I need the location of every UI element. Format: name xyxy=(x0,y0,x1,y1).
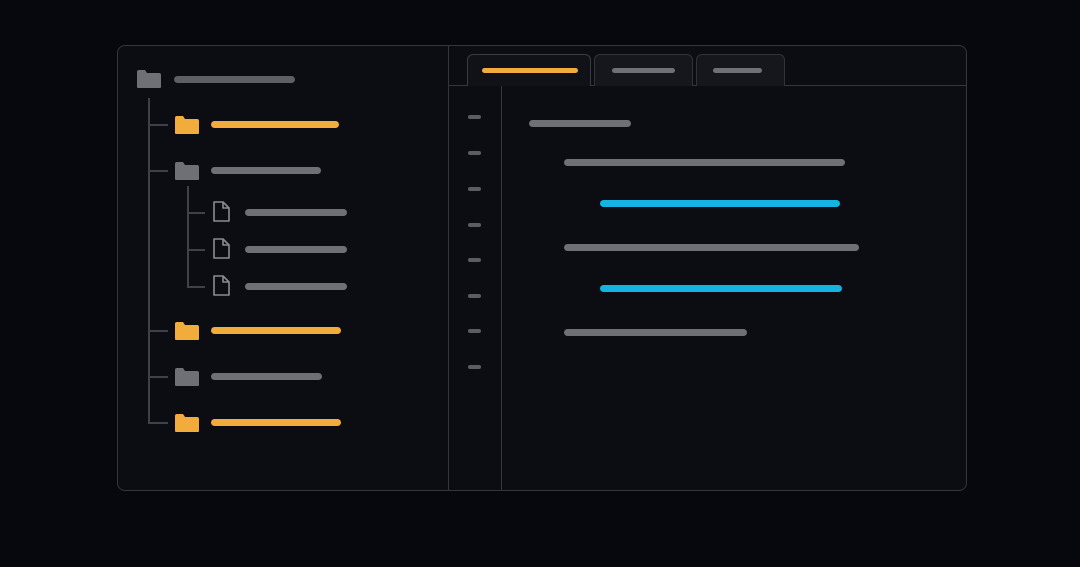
tree-folder-item-expanded[interactable] xyxy=(174,160,344,182)
tree-guide-line xyxy=(148,98,150,422)
app-window xyxy=(117,45,967,491)
tree-root-folder[interactable] xyxy=(136,68,306,90)
tree-guide-branch xyxy=(148,124,168,126)
tree-guide-branch xyxy=(148,330,168,332)
tree-file-item[interactable] xyxy=(212,238,352,260)
file-icon xyxy=(213,201,230,222)
tree-file-label xyxy=(245,283,347,290)
tab-inactive[interactable] xyxy=(696,54,785,86)
tab-label xyxy=(482,68,578,73)
line-number xyxy=(468,151,481,155)
tree-guide-branch xyxy=(187,212,205,214)
code-line-highlight xyxy=(600,200,840,207)
tree-guide-branch xyxy=(187,286,205,288)
tree-folder-item[interactable] xyxy=(174,366,344,388)
folder-icon xyxy=(175,162,199,180)
tab-label xyxy=(713,68,762,73)
line-number xyxy=(468,258,481,262)
tree-file-label xyxy=(245,246,347,253)
tree-guide-line xyxy=(187,186,189,286)
tree-folder-label xyxy=(211,327,341,334)
folder-icon xyxy=(175,414,199,432)
tab-inactive[interactable] xyxy=(594,54,693,86)
folder-icon xyxy=(175,322,199,340)
tree-root-label xyxy=(174,76,295,83)
tree-guide-branch xyxy=(148,422,168,424)
tree-folder-label xyxy=(211,121,339,128)
tree-file-item[interactable] xyxy=(212,201,352,223)
tab-label xyxy=(612,68,675,73)
tab-active[interactable] xyxy=(467,54,591,86)
tree-folder-label xyxy=(211,167,321,174)
code-line xyxy=(564,244,859,251)
line-number xyxy=(468,115,481,119)
line-number xyxy=(468,329,481,333)
tree-folder-label xyxy=(211,419,341,426)
code-line xyxy=(529,120,631,127)
line-number xyxy=(468,187,481,191)
tree-guide-branch xyxy=(148,170,168,172)
tree-folder-label xyxy=(211,373,322,380)
folder-icon xyxy=(137,70,161,88)
folder-icon xyxy=(175,368,199,386)
tree-folder-item[interactable] xyxy=(174,412,344,434)
tree-folder-item[interactable] xyxy=(174,114,344,136)
code-line-highlight xyxy=(600,285,842,292)
editor-panel xyxy=(449,46,966,490)
code-area[interactable] xyxy=(502,86,966,490)
code-line xyxy=(564,329,747,336)
line-number xyxy=(468,223,481,227)
line-number xyxy=(468,365,481,369)
file-icon xyxy=(213,238,230,259)
file-explorer-panel xyxy=(118,46,449,490)
line-number-gutter xyxy=(449,86,502,490)
line-number xyxy=(468,294,481,298)
tree-file-label xyxy=(245,209,347,216)
folder-icon xyxy=(175,116,199,134)
code-line xyxy=(564,159,845,166)
tree-file-item[interactable] xyxy=(212,275,352,297)
tab-bar xyxy=(449,46,966,86)
file-icon xyxy=(213,275,230,296)
tree-guide-branch xyxy=(187,249,205,251)
tree-folder-item[interactable] xyxy=(174,320,344,342)
tree-guide-branch xyxy=(148,376,168,378)
